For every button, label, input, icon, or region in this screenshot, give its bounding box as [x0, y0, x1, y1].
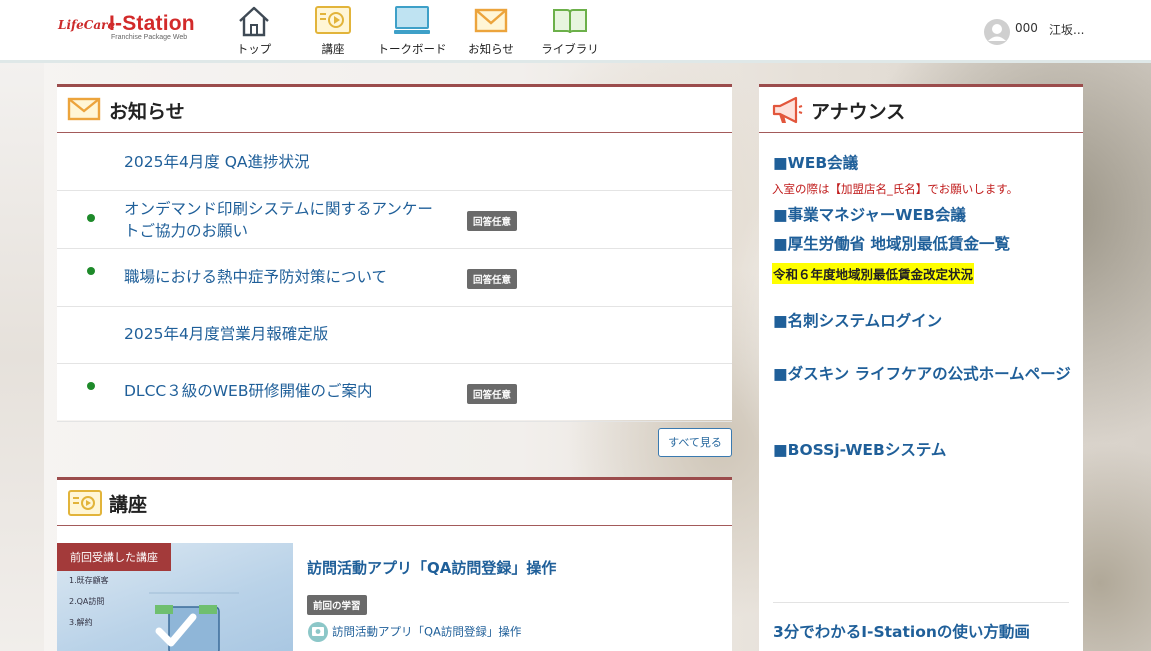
course-panel: 講座 前回受講した講座 1.既存顧客 2.QA訪問 3.解約 訪問活動アプリ「Q… — [57, 477, 732, 651]
official-homepage-link[interactable]: ■ダスキン ライフケアの公式ホームページ — [773, 363, 1073, 385]
lesson-video-icon — [308, 622, 328, 642]
thumbnail-text: 2.QA訪問 — [69, 597, 105, 606]
nav-item-library[interactable]: ライブラリ — [525, 4, 615, 58]
notice-item-text[interactable]: DLCC３級のWEB研修開催のご案内 — [124, 380, 434, 402]
mail-icon — [474, 8, 508, 33]
course-title-link[interactable]: 訪問活動アプリ「QA訪問登録」操作 — [307, 557, 556, 578]
see-all-button[interactable]: すべて見る — [658, 428, 732, 457]
notice-item-text[interactable]: 職場における熱中症予防対策について — [124, 266, 434, 288]
megaphone-icon — [772, 96, 803, 124]
bossj-web-link[interactable]: ■BOSSj-WEBシステム — [773, 439, 1073, 461]
unread-dot — [87, 214, 95, 222]
nav-label: 講座 — [321, 42, 345, 56]
web-meeting-note: 入室の際は【加盟店名_氏名】でお願いします。 — [772, 182, 1019, 196]
check-icon — [155, 613, 197, 647]
top-header: LifeCare I-Station Franchise Package Web… — [0, 0, 1151, 63]
nav-label: お知らせ — [468, 42, 514, 56]
announce-panel-header: アナウンス — [759, 87, 1083, 133]
notice-item-text[interactable]: オンデマンド印刷システムに関するアンケートご協力のお願い — [124, 198, 434, 242]
notice-item[interactable]: 2025年4月度 QA進捗状況 — [57, 133, 732, 191]
i-station-logo[interactable]: LifeCare I-Station Franchise Package Web — [58, 12, 208, 46]
course-lesson-link[interactable]: 訪問活動アプリ「QA訪問登録」操作 — [307, 621, 521, 643]
logo-sub-text: Franchise Package Web — [111, 34, 188, 41]
nav-item-talkboard[interactable]: トークボード — [367, 4, 457, 58]
notice-panel-header: お知らせ — [57, 87, 732, 133]
mail-icon — [67, 97, 101, 121]
user-name: 江坂... — [1049, 23, 1085, 37]
background-left-strip — [0, 63, 44, 651]
notice-item[interactable]: DLCC３級のWEB研修開催のご案内 回答任意 — [57, 364, 732, 422]
business-card-login-link[interactable]: ■名刺システムログイン — [773, 310, 1073, 332]
unread-dot — [87, 382, 95, 390]
video-lesson-icon — [315, 6, 351, 34]
announce-panel: アナウンス ■WEB会議 入室の際は【加盟店名_氏名】でお願いします。 ■事業マ… — [759, 84, 1083, 651]
optional-answer-badge: 回答任意 — [467, 269, 518, 289]
last-study-badge: 前回の学習 — [307, 595, 367, 615]
user-id: 000 — [1015, 21, 1038, 35]
home-icon — [239, 6, 269, 37]
video-lesson-icon — [68, 490, 102, 516]
optional-answer-badge: 回答任意 — [467, 211, 518, 231]
unread-dot — [87, 267, 95, 275]
previous-course-tag: 前回受講した講座 — [57, 543, 171, 571]
course-thumbnail[interactable]: 前回受講した講座 1.既存顧客 2.QA訪問 3.解約 — [57, 543, 293, 651]
notice-item[interactable]: オンデマンド印刷システムに関するアンケートご協力のお願い 回答任意 — [57, 191, 732, 249]
notice-panel-title: お知らせ — [109, 101, 185, 123]
nav-item-notice[interactable]: お知らせ — [446, 4, 536, 58]
howto-video-link[interactable]: 3分でわかるI-Stationの使い方動画 — [773, 620, 1030, 642]
course-lesson-text: 訪問活動アプリ「QA訪問登録」操作 — [332, 624, 522, 639]
course-card[interactable]: 前回受講した講座 1.既存顧客 2.QA訪問 3.解約 訪問活動アプリ「QA訪問… — [57, 543, 732, 651]
notice-item-text[interactable]: 2025年4月度営業月報確定版 — [124, 323, 434, 345]
optional-answer-badge: 回答任意 — [467, 384, 518, 404]
nav-item-course[interactable]: 講座 — [288, 4, 378, 58]
thumbnail-text: 3.解約 — [69, 618, 93, 627]
minimum-wage-link[interactable]: ■厚生労働省 地域別最低賃金一覧 — [773, 233, 1073, 255]
announce-divider — [773, 602, 1069, 603]
nav-item-top[interactable]: トップ — [209, 4, 299, 58]
notice-item[interactable]: 2025年4月度営業月報確定版 — [57, 307, 732, 364]
minimum-wage-revision-highlight[interactable]: 令和６年度地域別最低賃金改定状況 — [772, 263, 975, 284]
logo-lifecare-text: LifeCare — [58, 18, 116, 32]
nav-label: ライブラリ — [541, 42, 599, 56]
manager-web-meeting-link[interactable]: ■事業マネジャーWEB会議 — [773, 204, 1073, 226]
logo-main-text: I-Station — [109, 12, 195, 35]
notice-item[interactable]: 職場における熱中症予防対策について 回答任意 — [57, 249, 732, 307]
notice-item-text[interactable]: 2025年4月度 QA進捗状況 — [124, 151, 434, 173]
thumbnail-text: 1.既存顧客 — [69, 576, 109, 585]
announce-panel-title: アナウンス — [811, 101, 906, 123]
notice-panel: お知らせ 2025年4月度 QA進捗状況 オンデマンド印刷システムに関するアンケ… — [57, 84, 732, 422]
monitor-icon — [394, 6, 430, 34]
nav-label: トークボード — [377, 42, 447, 56]
nav-label: トップ — [236, 42, 272, 56]
course-panel-title: 講座 — [109, 494, 148, 516]
web-meeting-link[interactable]: ■WEB会議 — [773, 152, 1073, 174]
book-icon — [553, 9, 587, 34]
course-panel-header: 講座 — [57, 480, 732, 526]
avatar-icon — [984, 19, 1010, 45]
